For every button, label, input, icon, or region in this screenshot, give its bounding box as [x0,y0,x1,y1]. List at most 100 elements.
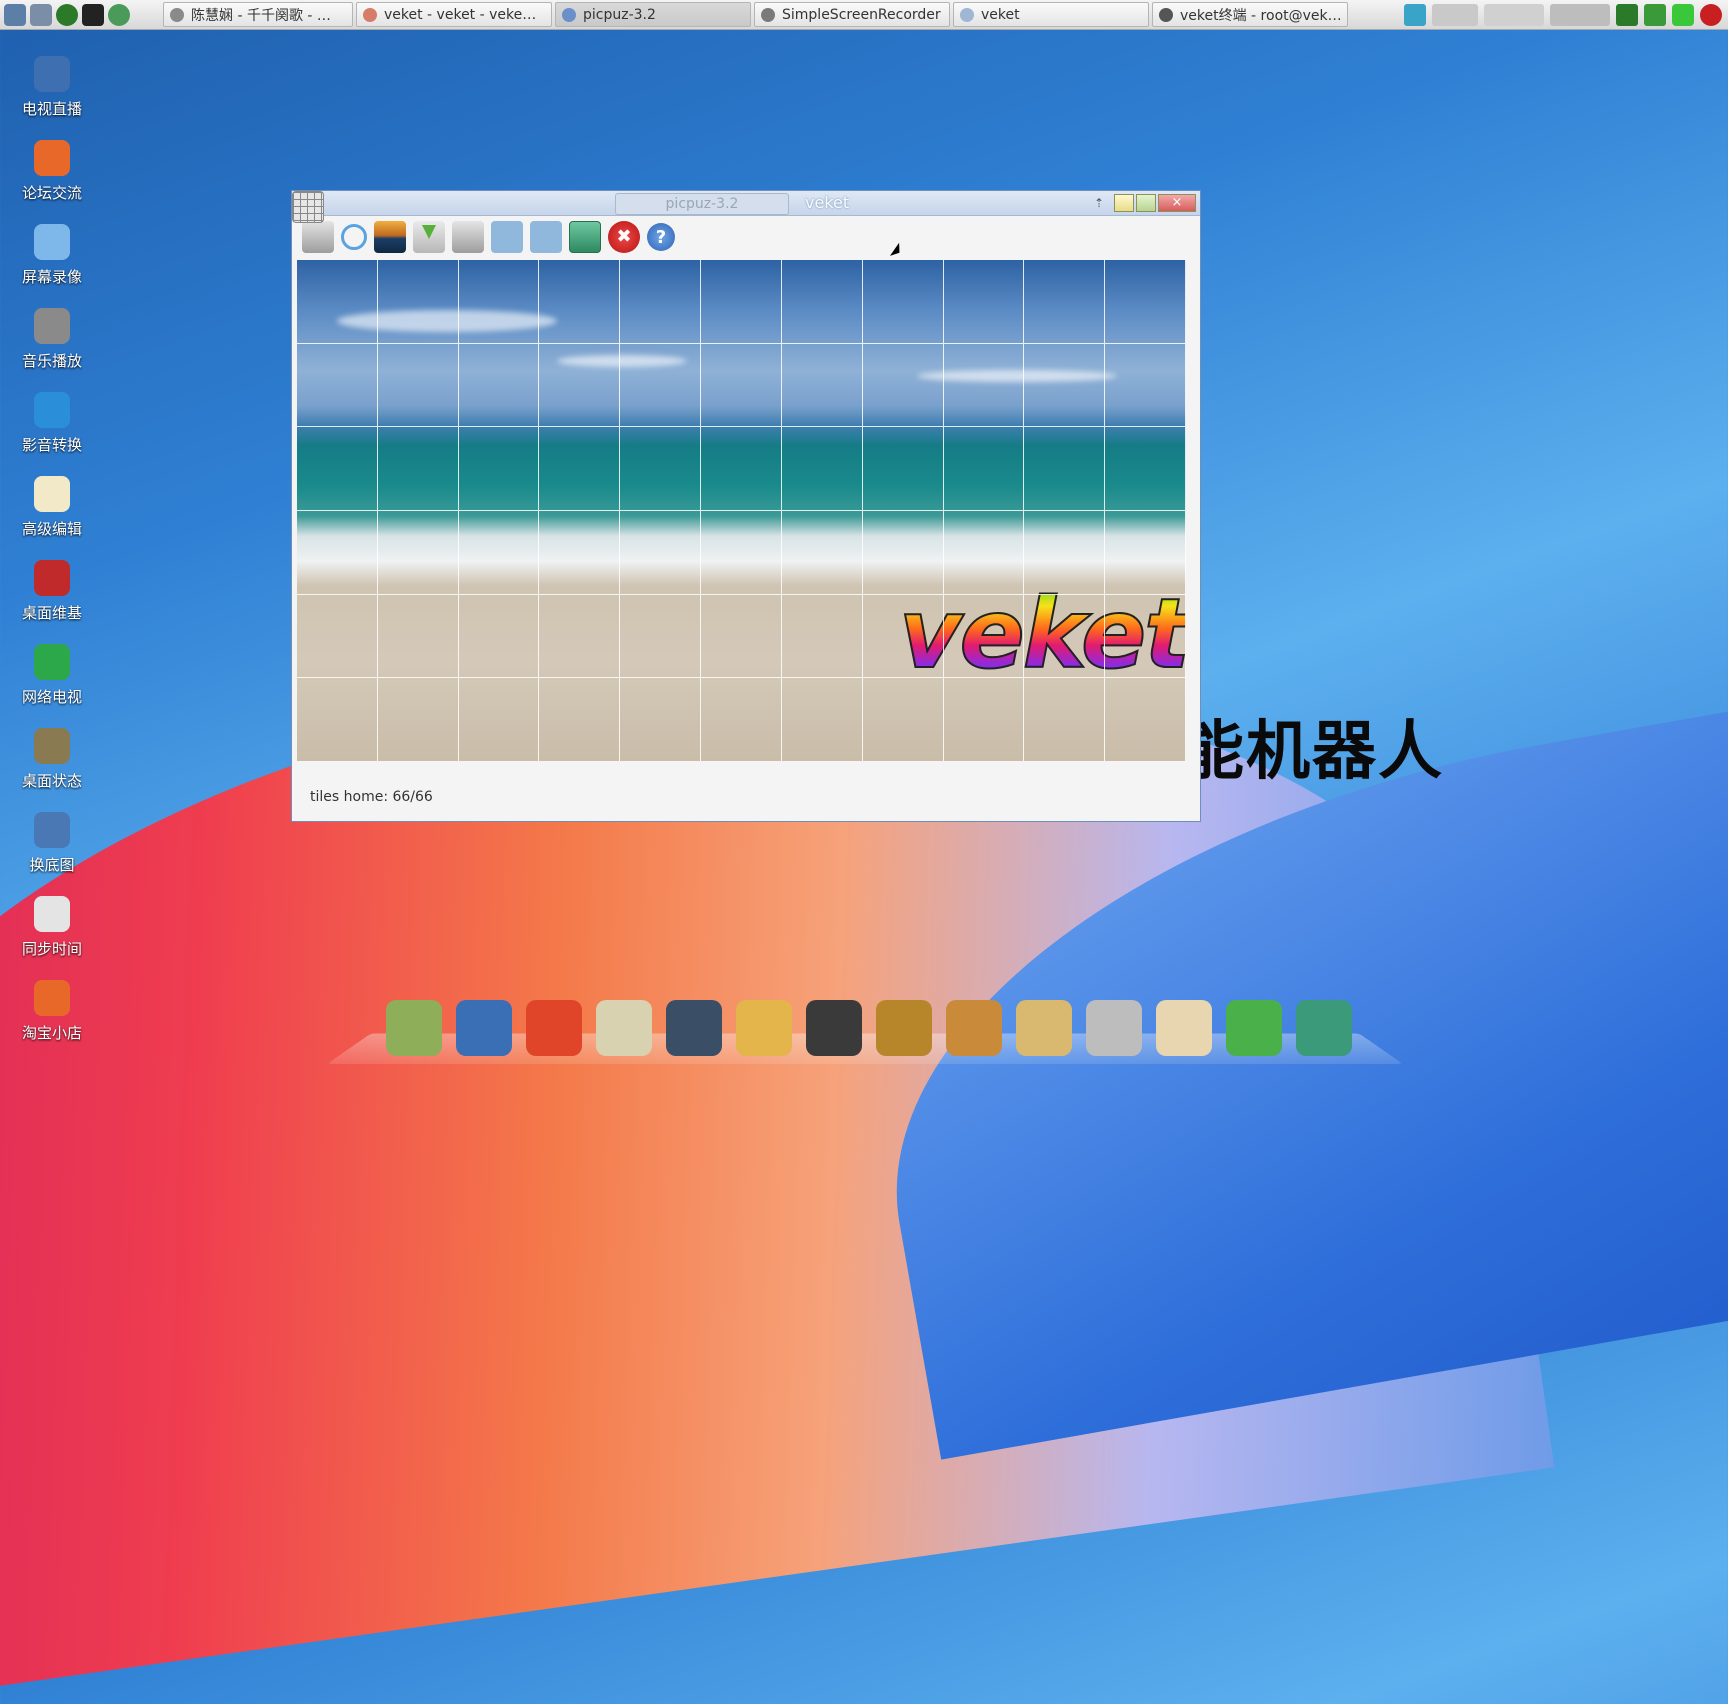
users-icon[interactable] [736,1000,792,1056]
record-icon[interactable] [1700,3,1722,26]
desktop-icon[interactable]: 高级编辑 [12,472,92,556]
task-button[interactable]: 陈慧娴 - 千千阕歌 - … [163,2,353,27]
puzzle-tile[interactable] [539,678,621,762]
puzzle-tile[interactable] [1024,594,1106,679]
roll-up-icon[interactable]: ⇡ [1092,196,1106,210]
network-monitor-icon[interactable] [1404,3,1426,26]
puzzle-tile[interactable] [377,343,459,428]
puzzle-tile[interactable] [620,260,702,344]
puzzle-tile[interactable] [297,594,378,679]
puzzle-tile[interactable] [862,260,944,344]
task-button[interactable]: SimpleScreenRecorder [754,2,950,27]
editor-icon[interactable] [596,1000,652,1056]
minimize-button[interactable] [1114,194,1134,212]
puzzle-tile[interactable] [781,594,863,679]
fox-icon[interactable] [526,1000,582,1056]
qq-penguin-icon[interactable] [806,1000,862,1056]
settings-gear-icon[interactable] [30,3,52,26]
puzzle-tile[interactable] [539,427,621,511]
puzzle-tile[interactable] [862,678,944,762]
puzzle-tile[interactable] [458,594,540,679]
display-icon[interactable] [456,1000,512,1056]
puzzle-tile[interactable] [1024,260,1106,344]
puzzle-tile[interactable] [297,260,378,344]
play-icon[interactable] [56,3,78,26]
puzzle-tile[interactable] [620,594,702,679]
globe-icon[interactable] [108,3,130,26]
desktop-icon[interactable]: 音乐播放 [12,304,92,388]
battery-icon[interactable] [1672,3,1694,26]
puzzle-tile[interactable] [297,427,378,511]
puzzle-tile[interactable] [781,427,863,511]
puzzle-tile[interactable] [620,427,702,511]
puzzle-tile[interactable] [377,510,459,595]
close-button[interactable]: × [1158,194,1196,212]
puzzle-tile[interactable] [620,510,702,595]
puzzle-tile[interactable] [701,427,782,511]
task-button[interactable]: picpuz-3.2 [555,2,751,27]
puzzle-board[interactable]: veket [297,260,1186,762]
puzzle-tile[interactable] [539,510,621,595]
desktop-icon[interactable]: 换底图 [12,808,92,892]
chart-icon[interactable] [946,1000,1002,1056]
desktop-icon[interactable]: 同步时间 [12,892,92,976]
settings-bar-icon[interactable] [569,221,601,253]
paint-icon[interactable] [1016,1000,1072,1056]
puzzle-tile[interactable] [943,343,1025,428]
puzzle-tile[interactable] [1024,678,1106,762]
puzzle-tile[interactable] [862,594,944,679]
puzzle-tile[interactable] [862,510,944,595]
puzzle-tile[interactable] [701,678,782,762]
desktop-icon[interactable]: 影音转换 [12,388,92,472]
show-desktop-icon[interactable] [1432,3,1478,26]
puzzle-tile[interactable] [701,594,782,679]
puzzle-tile[interactable] [781,510,863,595]
puzzle-tile[interactable] [620,678,702,762]
desktop-icon[interactable]: 论坛交流 [12,136,92,220]
camera-icon[interactable] [1296,1000,1352,1056]
puzzle-tile[interactable] [377,260,459,344]
system-monitor-icon[interactable] [4,3,26,26]
network-icon[interactable] [1226,1000,1282,1056]
puzzle-tile[interactable] [539,343,621,428]
puzzle-tile[interactable] [458,678,540,762]
puzzle-tile[interactable] [377,594,459,679]
puzzle-tile[interactable] [377,427,459,511]
puzzle-tile[interactable] [539,594,621,679]
puzzle-tile[interactable] [1105,260,1186,344]
media-player-icon[interactable] [666,1000,722,1056]
refresh-icon[interactable] [341,224,367,250]
puzzle-tile[interactable] [297,343,378,428]
puzzle-tile[interactable] [1024,427,1106,511]
task-button[interactable]: veket终端 - root@vek… [1152,2,1348,27]
puzzle-tile[interactable] [701,260,782,344]
veket-box-icon[interactable] [1156,1000,1212,1056]
puzzle-tile[interactable] [701,343,782,428]
puzzle-tile[interactable] [943,594,1025,679]
puzzle-tile[interactable] [458,427,540,511]
puzzle-tile[interactable] [943,260,1025,344]
desktop-icon[interactable]: 屏幕录像 [12,220,92,304]
title-bar[interactable]: picpuz-3.2 veket ⇡ × [292,191,1200,216]
puzzle-piece-icon[interactable] [491,221,523,253]
desktop-icon[interactable]: 网络电视 [12,640,92,724]
open-file-icon[interactable] [302,221,334,253]
tray-play-icon[interactable] [1616,3,1638,26]
puzzle-tile[interactable] [943,427,1025,511]
puzzle-tile[interactable] [1105,678,1186,762]
desktop-icon[interactable]: 桌面维基 [12,556,92,640]
notebook-icon[interactable] [876,1000,932,1056]
workspace-switcher[interactable] [1484,3,1544,26]
terminal-icon[interactable] [82,3,104,26]
puzzle-tile[interactable] [781,260,863,344]
puzzle-tile[interactable] [377,678,459,762]
desktop-icon[interactable]: 电视直播 [12,52,92,136]
tile-grid-icon[interactable] [292,191,324,223]
puzzle-tile[interactable] [458,260,540,344]
desktop-icon[interactable]: 淘宝小店 [12,976,92,1060]
puzzle-tile[interactable] [862,343,944,428]
file-manager-icon[interactable] [386,1000,442,1056]
signal-icon[interactable] [1644,3,1666,26]
puzzle-tile[interactable] [943,678,1025,762]
open-file-2-icon[interactable] [452,221,484,253]
